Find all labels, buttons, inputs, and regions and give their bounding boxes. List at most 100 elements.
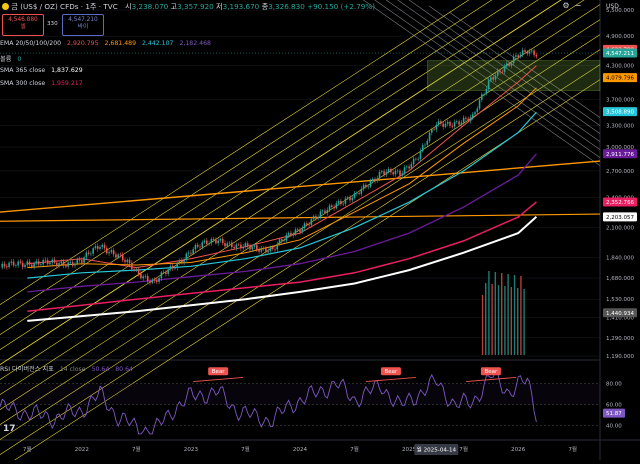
candle-body [28,261,31,265]
sma365-legend-value: 1,837.629 [51,67,83,74]
price-tick-label: 3,300.000 [606,124,634,130]
candle-body [231,242,233,248]
candle-body [424,144,426,146]
candle-body [494,75,497,80]
candle-body [442,123,444,127]
ask-label: 바이 [77,24,89,30]
candle-body [321,210,324,212]
candle-body [146,276,149,282]
candle-body [485,88,488,94]
low-value: 3,193.670 [222,2,260,11]
candle-body [287,232,290,235]
open-label: 시 [125,2,132,11]
candle-body [151,279,154,283]
candle-body [8,262,10,268]
candle-body [360,188,363,194]
candle-body [285,234,288,241]
candle-body [365,184,367,187]
candle-body [17,261,19,266]
candle-body [90,253,92,255]
candle-body [62,261,65,266]
volume-legend[interactable]: 볼륨 0 [0,54,25,63]
rsi-legend[interactable]: RSI 다이버전스 지표 14 close 50.64 80.64 [0,364,137,373]
candle-body [508,63,510,66]
candle-body [478,99,481,109]
candle-body [451,125,454,127]
price-tag-label: 2,203.057 [606,215,634,221]
candle-body [415,158,417,160]
candle-body [208,243,210,244]
bid-price: 4,546.880 [8,17,38,23]
ema50-value: 2,681.489 [104,40,137,47]
minus-icon[interactable]: − [573,1,583,11]
candle-body [301,228,304,233]
ema100-value: 2,442.107 [141,40,174,47]
symbol-title[interactable]: 금 (US$ / OZ) CFDs · 1주 · TVC [11,2,117,11]
candle-body [324,210,326,214]
candle-body [296,229,299,231]
candle-body [501,71,504,73]
candle-body [21,263,24,267]
candle-body [421,145,424,152]
candle-body [331,205,333,207]
candle-body [190,252,192,254]
candle-body [467,118,469,121]
settings-icon[interactable]: ⚙ [561,1,571,11]
sma365-legend[interactable]: SMA 365 close 1,837.629 [0,67,87,74]
candle-body [137,269,140,274]
candle-body [433,129,435,130]
candle-body [46,260,49,265]
candle-body [346,197,349,199]
candle-body [262,248,265,249]
candle-body [124,260,126,262]
bear-divergence-label: Bear [485,369,499,375]
time-tick-label: 7월 [241,445,250,453]
candle-body [67,262,69,267]
candle-body [437,121,440,125]
candle-body [506,63,508,67]
candle-body [37,261,40,265]
price-tick-label: 4,300.000 [606,64,634,70]
buy-button[interactable]: 4,547.210 바이 [62,14,104,36]
candle-body [521,50,524,55]
time-tick-label: 2022 [75,447,89,453]
candle-body [19,261,22,264]
candle-body [206,240,208,244]
candle-body [194,244,197,250]
price-tick-label: 1,190.000 [606,354,634,360]
time-tick-label: 2026 [511,447,526,453]
candle-body [201,242,204,248]
candle-body [449,121,451,126]
candle-body [435,124,438,130]
candle-body [306,223,308,225]
candle-body [292,234,294,236]
gold-coin-icon [2,3,9,10]
change-value: +90.150 (+2.79%) [307,2,375,11]
candle-body [515,55,517,57]
sell-button[interactable]: 4,546.880 셀 [2,14,44,36]
candle-body [119,254,122,256]
candle-body [15,265,17,266]
candle-body [351,197,354,201]
price-chart[interactable]: Bear Bear Bear 5,500.0004,900.0004,300.000… [0,0,640,464]
candle-body [212,238,215,240]
candle-body [481,94,483,100]
currency-label[interactable]: USD [606,3,619,10]
ema-legend[interactable]: EMA 20/50/100/200 2,920.795 2,681.489 2,… [0,40,215,47]
candle-body [269,247,272,252]
price-tick-label: 1,840.000 [606,256,634,262]
time-tick-label: 7월 [350,445,359,453]
candle-body [58,263,60,266]
candle-body [317,217,319,219]
candle-body [499,70,501,72]
candle-body [167,269,169,274]
candle-body [149,281,151,283]
volume-bar [497,285,500,355]
candle-body [258,249,260,252]
candle-body [458,121,460,125]
volume-bar [520,276,522,355]
time-tick-label: 7월 [568,445,577,453]
chart-header: 금 (US$ / OZ) CFDs · 1주 · TVC 시3,238.070 … [2,2,375,16]
sma300-legend[interactable]: SMA 300 close 1,959.217 [0,80,87,87]
candle-body [228,242,231,244]
